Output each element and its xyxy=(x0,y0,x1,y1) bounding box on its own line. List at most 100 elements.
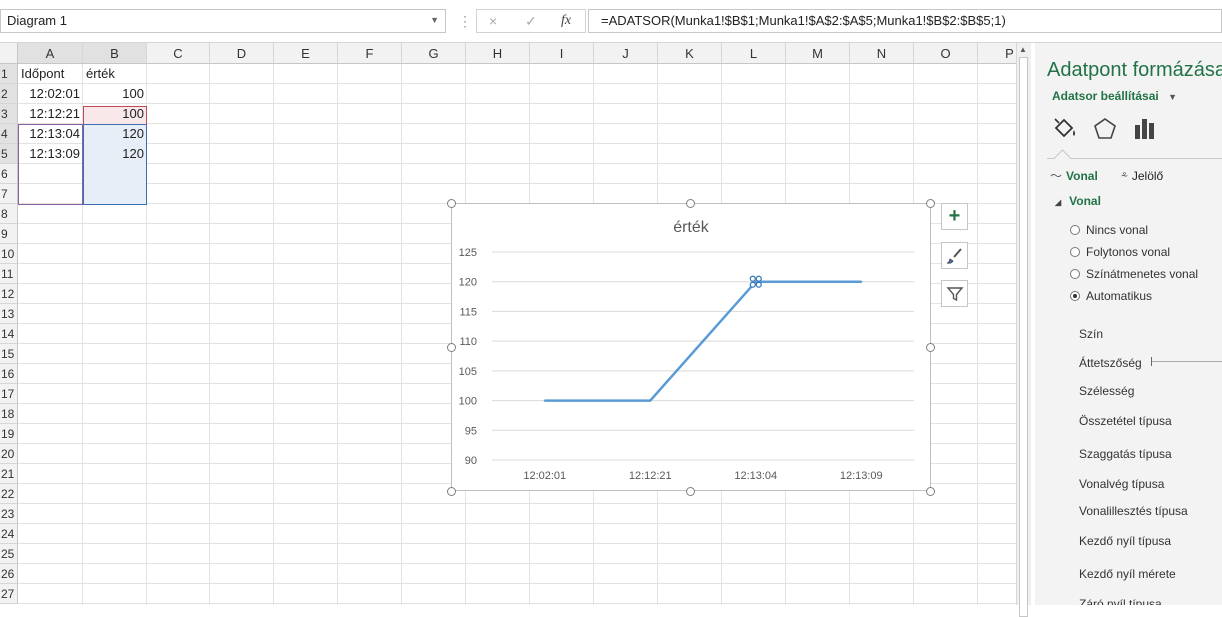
row-header[interactable]: 24 xyxy=(0,524,18,544)
column-header[interactable]: B xyxy=(83,43,147,64)
resize-handle[interactable] xyxy=(447,343,456,352)
prop-transparency[interactable]: Áttetszőség xyxy=(1079,356,1142,370)
row-header[interactable]: 22 xyxy=(0,484,18,504)
row-header[interactable]: 6 xyxy=(0,164,18,184)
column-header[interactable]: D xyxy=(210,43,274,64)
formula-input[interactable]: =ADATSOR(Munka1!$B$1;Munka1!$A$2:$A$5;Mu… xyxy=(588,9,1222,33)
cell-B3[interactable]: 100 xyxy=(83,104,147,124)
resize-handle[interactable] xyxy=(926,487,935,496)
row-header[interactable]: 14 xyxy=(0,324,18,344)
column-header[interactable]: C xyxy=(147,43,210,64)
row-header[interactable]: 19 xyxy=(0,424,18,444)
column-header[interactable]: I xyxy=(530,43,594,64)
prop-begin-arrow-size[interactable]: Kezdő nyíl mérete xyxy=(1079,567,1176,581)
cell-A1[interactable]: Időpont xyxy=(18,64,83,84)
paint-bucket-icon[interactable] xyxy=(1051,115,1079,143)
pentagon-icon[interactable] xyxy=(1091,115,1119,143)
column-header[interactable]: H xyxy=(466,43,530,64)
fx-icon[interactable]: fx xyxy=(561,13,571,29)
column-header[interactable]: M xyxy=(786,43,850,64)
cell-B1[interactable]: érték xyxy=(83,64,147,84)
resize-handle[interactable] xyxy=(686,199,695,208)
column-header[interactable]: N xyxy=(850,43,914,64)
transparency-slider-handle[interactable] xyxy=(1151,357,1152,366)
column-header[interactable]: K xyxy=(658,43,722,64)
enter-icon[interactable]: ✓ xyxy=(525,13,537,30)
row-header[interactable]: 16 xyxy=(0,364,18,384)
subtab-marker[interactable]: ⸛ Jelölő xyxy=(1121,167,1163,184)
resize-handle[interactable] xyxy=(686,487,695,496)
subtab-line[interactable]: 〜 Vonal xyxy=(1050,167,1098,184)
radio-no-line[interactable]: Nincs vonal xyxy=(1070,223,1148,237)
chart-elements-button[interactable]: + xyxy=(941,203,968,230)
name-box[interactable]: Diagram 1 ▼ xyxy=(0,9,446,33)
prop-join-type[interactable]: Vonalillesztés típusa xyxy=(1079,504,1188,518)
row-header[interactable]: 12 xyxy=(0,284,18,304)
column-header[interactable]: F xyxy=(338,43,402,64)
row-header[interactable]: 21 xyxy=(0,464,18,484)
radio-gradient-line[interactable]: Színátmenetes vonal xyxy=(1070,267,1198,281)
prop-cap-type[interactable]: Vonalvég típusa xyxy=(1079,477,1164,491)
row-header[interactable]: 4 xyxy=(0,124,18,144)
row-header[interactable]: 9 xyxy=(0,224,18,244)
resize-handle[interactable] xyxy=(447,487,456,496)
cell-A4[interactable]: 12:13:04 xyxy=(18,124,83,144)
cell-A3[interactable]: 12:12:21 xyxy=(18,104,83,124)
row-header[interactable]: 11 xyxy=(0,264,18,284)
row-header[interactable]: 17 xyxy=(0,384,18,404)
row-header[interactable]: 10 xyxy=(0,244,18,264)
row-header[interactable]: 15 xyxy=(0,344,18,364)
column-header[interactable]: O xyxy=(914,43,978,64)
column-header[interactable]: A xyxy=(18,43,83,64)
scrollbar-thumb[interactable] xyxy=(1019,57,1028,617)
row-header[interactable]: 18 xyxy=(0,404,18,424)
column-header[interactable]: L xyxy=(722,43,786,64)
radio-solid-line[interactable]: Folytonos vonal xyxy=(1070,245,1170,259)
transparency-slider-track[interactable] xyxy=(1151,361,1222,362)
gridline xyxy=(18,523,1016,524)
line-section-header[interactable]: ◢ Vonal xyxy=(1055,194,1101,208)
column-header[interactable]: G xyxy=(402,43,466,64)
x-tick-label: 12:13:04 xyxy=(734,470,777,482)
chevron-down-icon[interactable]: ▼ xyxy=(430,15,439,25)
select-all-corner[interactable] xyxy=(0,43,18,64)
prop-width[interactable]: Szélesség xyxy=(1079,384,1134,398)
row-header[interactable]: 25 xyxy=(0,544,18,564)
cell-B4[interactable]: 120 xyxy=(83,124,147,144)
row-header[interactable]: 2 xyxy=(0,84,18,104)
row-header[interactable]: 27 xyxy=(0,584,18,604)
radio-automatic[interactable]: Automatikus xyxy=(1070,289,1152,303)
prop-begin-arrow-type[interactable]: Kezdő nyíl típusa xyxy=(1079,534,1171,548)
column-header[interactable]: J xyxy=(594,43,658,64)
row-header[interactable]: 8 xyxy=(0,204,18,224)
resize-handle[interactable] xyxy=(447,199,456,208)
series-options-dropdown[interactable]: Adatsor beállításai ▼ xyxy=(1052,89,1177,103)
row-header[interactable]: 26 xyxy=(0,564,18,584)
line-chart[interactable]: érték 90 95 100 105 110 115 120 125 12:02:01 12:12… xyxy=(451,203,931,491)
row-header[interactable]: 23 xyxy=(0,504,18,524)
bar-chart-icon[interactable] xyxy=(1131,115,1159,143)
row-header[interactable]: 7 xyxy=(0,184,18,204)
row-header[interactable]: 13 xyxy=(0,304,18,324)
row-header[interactable]: 5 xyxy=(0,144,18,164)
vertical-scrollbar[interactable]: ▲ xyxy=(1016,43,1031,617)
chart-styles-button[interactable] xyxy=(941,242,968,269)
resize-handle[interactable] xyxy=(926,343,935,352)
cell-B5[interactable]: 120 xyxy=(83,144,147,164)
cancel-icon[interactable]: × xyxy=(489,13,497,29)
prop-compound-type[interactable]: Összetétel típusa xyxy=(1079,414,1172,428)
column-header[interactable]: P xyxy=(978,43,1016,64)
prop-color[interactable]: Szín xyxy=(1079,327,1103,341)
row-header[interactable]: 1 xyxy=(0,64,18,84)
resize-handle[interactable] xyxy=(926,199,935,208)
cell-B2[interactable]: 100 xyxy=(83,84,147,104)
chart-filters-button[interactable] xyxy=(941,280,968,307)
scroll-up-icon[interactable]: ▲ xyxy=(1019,45,1027,54)
prop-end-arrow-type[interactable]: Záró nyíl típusa xyxy=(1079,597,1162,605)
row-header[interactable]: 3 xyxy=(0,104,18,124)
row-header[interactable]: 20 xyxy=(0,444,18,464)
cell-A2[interactable]: 12:02:01 xyxy=(18,84,83,104)
cell-A5[interactable]: 12:13:09 xyxy=(18,144,83,164)
column-header[interactable]: E xyxy=(274,43,338,64)
prop-dash-type[interactable]: Szaggatás típusa xyxy=(1079,447,1172,461)
